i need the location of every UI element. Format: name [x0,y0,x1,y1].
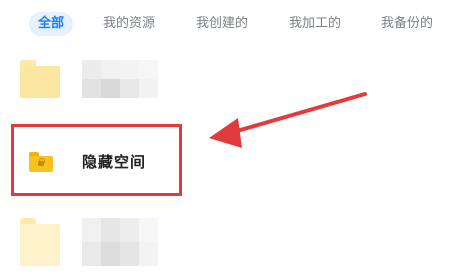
tab-my-resources[interactable]: 我的资源 [103,12,155,36]
blurred-name [82,218,158,266]
locked-folder-icon [29,152,53,172]
tab-created-by-me[interactable]: 我创建的 [196,12,248,36]
folder-icon [20,60,60,100]
folder-icon [20,218,60,268]
list-item-hidden-space[interactable] [0,124,456,200]
hidden-space-label: 隐藏空间 [82,153,147,171]
tab-all[interactable]: 全部 [29,12,73,36]
list-item-blurred[interactable] [0,56,456,104]
list-item-blurred[interactable] [0,214,456,270]
tab-processed-by-me[interactable]: 我加工的 [289,12,341,36]
blurred-name [82,60,158,98]
tab-backed-up-by-me[interactable]: 我备份的 [381,12,433,36]
filter-tabs: 全部 我的资源 我创建的 我加工的 我备份的 [0,0,456,46]
